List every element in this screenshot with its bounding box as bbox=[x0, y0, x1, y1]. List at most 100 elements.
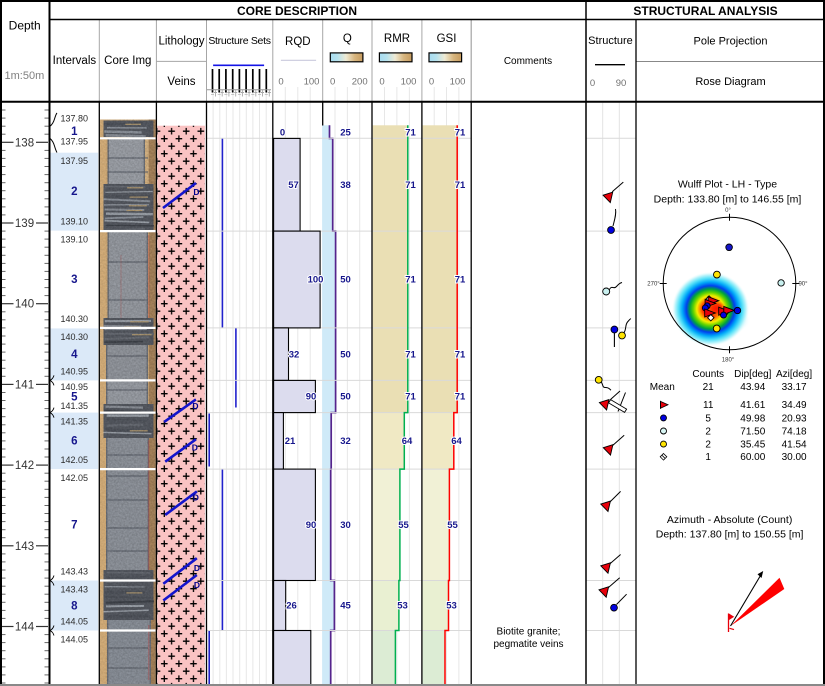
svg-text:32: 32 bbox=[340, 436, 351, 447]
svg-text:71: 71 bbox=[405, 275, 416, 286]
svg-text:34.49: 34.49 bbox=[782, 400, 807, 411]
svg-text:270°: 270° bbox=[647, 282, 660, 288]
svg-text:Intervals: Intervals bbox=[53, 55, 97, 67]
svg-text:0: 0 bbox=[590, 78, 595, 89]
svg-text:55: 55 bbox=[447, 520, 458, 531]
svg-text:1m:50m: 1m:50m bbox=[5, 70, 45, 82]
svg-text:180°: 180° bbox=[722, 358, 735, 364]
svg-text:Depth: Depth bbox=[9, 19, 41, 33]
svg-text:53: 53 bbox=[446, 601, 457, 612]
svg-text:D: D bbox=[194, 563, 200, 573]
svg-text:Pole Projection: Pole Projection bbox=[694, 36, 768, 48]
svg-text:55: 55 bbox=[398, 520, 409, 531]
svg-text:143.43: 143.43 bbox=[61, 567, 89, 577]
svg-text:Q: Q bbox=[343, 33, 352, 45]
svg-text:137.95: 137.95 bbox=[61, 156, 89, 166]
svg-text:D: D bbox=[192, 401, 198, 411]
svg-text:Rose Diagram: Rose Diagram bbox=[695, 76, 765, 88]
svg-text:71: 71 bbox=[455, 180, 466, 191]
svg-text:100: 100 bbox=[450, 76, 466, 87]
svg-text:137.80: 137.80 bbox=[61, 114, 89, 124]
svg-text:Lithology: Lithology bbox=[158, 36, 204, 48]
svg-text:71.50: 71.50 bbox=[740, 426, 765, 437]
svg-text:32: 32 bbox=[289, 349, 300, 360]
svg-text:0: 0 bbox=[280, 128, 285, 139]
svg-text:pegmatite veins: pegmatite veins bbox=[493, 639, 563, 650]
svg-text:41.54: 41.54 bbox=[782, 440, 807, 451]
svg-text:41.61: 41.61 bbox=[740, 400, 765, 411]
svg-text:2: 2 bbox=[71, 186, 77, 198]
svg-text:139.10: 139.10 bbox=[61, 217, 89, 227]
svg-text:141.35: 141.35 bbox=[61, 417, 89, 427]
svg-text:50: 50 bbox=[340, 392, 351, 403]
svg-text:35.45: 35.45 bbox=[740, 440, 765, 451]
svg-text:Veins: Veins bbox=[167, 76, 195, 88]
svg-text:30: 30 bbox=[340, 520, 351, 531]
svg-text:30.00: 30.00 bbox=[782, 452, 807, 463]
svg-text:140.95: 140.95 bbox=[61, 367, 89, 377]
svg-text:38: 38 bbox=[340, 180, 351, 191]
svg-text:RQD: RQD bbox=[285, 36, 311, 48]
svg-text:45: 45 bbox=[340, 601, 351, 612]
svg-text:Structure: Structure bbox=[588, 35, 633, 47]
svg-text:71: 71 bbox=[405, 180, 416, 191]
svg-text:0: 0 bbox=[429, 76, 434, 87]
svg-text:20.93: 20.93 bbox=[782, 413, 807, 424]
svg-text:4: 4 bbox=[71, 349, 78, 361]
svg-text:57: 57 bbox=[288, 180, 299, 191]
svg-text:142: 142 bbox=[15, 460, 34, 472]
svg-text:138: 138 bbox=[15, 137, 34, 149]
svg-text:1: 1 bbox=[705, 452, 711, 463]
svg-text:144: 144 bbox=[15, 622, 35, 634]
svg-text:GSI: GSI bbox=[437, 33, 457, 45]
svg-text:Azimuth - Absolute (Count): Azimuth - Absolute (Count) bbox=[667, 514, 792, 526]
svg-text:49.98: 49.98 bbox=[740, 413, 765, 424]
svg-text:3: 3 bbox=[71, 274, 77, 286]
svg-text:Wulff Plot - LH - Type: Wulff Plot - LH - Type bbox=[678, 179, 777, 191]
svg-text:139: 139 bbox=[15, 218, 34, 230]
svg-text:90°: 90° bbox=[798, 282, 808, 288]
svg-text:71: 71 bbox=[455, 392, 466, 403]
svg-text:Core Img: Core Img bbox=[104, 55, 151, 67]
svg-text:Dip[deg]: Dip[deg] bbox=[734, 369, 771, 380]
svg-text:5: 5 bbox=[71, 391, 78, 403]
svg-text:D: D bbox=[192, 443, 198, 453]
svg-text:71: 71 bbox=[405, 128, 416, 139]
svg-text:Depth: 137.80 [m] to 150.55 [m: Depth: 137.80 [m] to 150.55 [m] bbox=[656, 529, 804, 541]
svg-text:D: D bbox=[193, 187, 199, 197]
svg-text:21: 21 bbox=[703, 382, 715, 393]
svg-text:8: 8 bbox=[71, 600, 78, 612]
svg-text:Mean: Mean bbox=[650, 382, 675, 393]
svg-text:137.95: 137.95 bbox=[61, 137, 89, 147]
svg-text:D: D bbox=[193, 493, 199, 503]
svg-text:53: 53 bbox=[397, 601, 408, 612]
svg-text:144.05: 144.05 bbox=[61, 617, 89, 627]
svg-text:D: D bbox=[194, 580, 200, 590]
svg-text:RMR: RMR bbox=[384, 33, 410, 45]
svg-text:33.17: 33.17 bbox=[782, 382, 807, 393]
svg-text:7: 7 bbox=[71, 520, 77, 532]
svg-text:50: 50 bbox=[340, 349, 351, 360]
svg-text:90: 90 bbox=[306, 520, 317, 531]
svg-text:142.05: 142.05 bbox=[61, 473, 89, 483]
svg-text:STRUCTURAL ANALYSIS: STRUCTURAL ANALYSIS bbox=[633, 4, 777, 18]
svg-text:142.05: 142.05 bbox=[61, 455, 89, 465]
svg-text:Structure Sets: Structure Sets bbox=[208, 35, 270, 47]
svg-text:143: 143 bbox=[15, 541, 34, 553]
svg-text:0: 0 bbox=[278, 76, 283, 87]
svg-text:139.10: 139.10 bbox=[61, 235, 89, 245]
svg-text:2: 2 bbox=[705, 426, 711, 437]
svg-text:Counts: Counts bbox=[692, 369, 724, 380]
svg-text:144.05: 144.05 bbox=[61, 635, 89, 645]
svg-text:43.94: 43.94 bbox=[740, 382, 765, 393]
svg-text:71: 71 bbox=[455, 349, 466, 360]
svg-text:5: 5 bbox=[705, 413, 711, 424]
svg-text:25: 25 bbox=[340, 128, 351, 139]
svg-text:90: 90 bbox=[616, 78, 627, 89]
svg-text:143.43: 143.43 bbox=[61, 585, 89, 595]
svg-text:50: 50 bbox=[340, 275, 351, 286]
svg-text:0°: 0° bbox=[725, 208, 731, 214]
svg-text:140.30: 140.30 bbox=[61, 314, 89, 324]
svg-text:90: 90 bbox=[306, 392, 317, 403]
svg-text:Comments: Comments bbox=[504, 56, 552, 67]
